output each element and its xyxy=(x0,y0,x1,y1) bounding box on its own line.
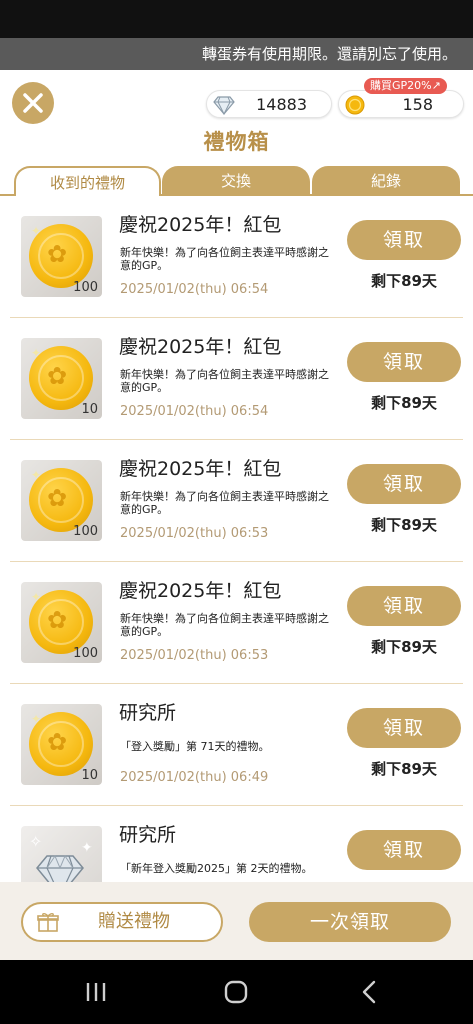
gift-description: 新年快樂！為了向各位飼主表達平時感謝之意的GP。 xyxy=(120,612,329,638)
gold-coin-icon: ✿ xyxy=(29,590,93,654)
gift-box-screen: 14883 158 購買GP20%↗ 禮物箱 收到的禮物 交換 紀錄 ✦ ✿ 1… xyxy=(0,70,473,960)
send-gift-button[interactable]: 贈送禮物 xyxy=(21,902,223,942)
sparkle-icon: ✧ xyxy=(29,832,43,851)
gift-thumbnail: ✦ ✿ 100 xyxy=(21,216,102,297)
gift-item: ✦ ✿ 100 慶祝2025年！紅包 新年快樂！為了向各位飼主表達平時感謝之意的… xyxy=(0,196,473,318)
gift-date: 2025/01/02(thu) 06:54 xyxy=(120,282,269,297)
gift-thumbnail: ✧ ✦ xyxy=(21,826,102,882)
claim-button[interactable]: 領取 xyxy=(347,220,461,260)
gift-name: 慶祝2025年！紅包 xyxy=(119,458,282,480)
gift-date: 2025/01/02(thu) 06:49 xyxy=(120,770,269,785)
gold-coin-icon: ✿ xyxy=(29,346,93,410)
footer-bar: 贈送禮物 一次領取 xyxy=(0,882,473,960)
home-icon[interactable] xyxy=(216,978,256,1006)
gift-description: 新年快樂！為了向各位飼主表達平時感謝之意的GP。 xyxy=(120,490,329,516)
recent-apps-icon[interactable] xyxy=(76,978,116,1006)
gem-count: 14883 xyxy=(256,95,307,114)
claim-button[interactable]: 領取 xyxy=(347,830,461,870)
gift-thumbnail: ✦ ✿ 100 xyxy=(21,582,102,663)
gem-counter[interactable]: 14883 xyxy=(206,90,332,118)
gift-date: 2025/01/02(thu) 06:54 xyxy=(120,404,269,419)
system-nav-bar xyxy=(0,960,473,1024)
send-gift-label: 贈送禮物 xyxy=(98,911,170,932)
claim-all-button[interactable]: 一次領取 xyxy=(249,902,451,942)
days-remaining: 剩下89天 xyxy=(371,638,437,656)
gold-coin-icon: ✿ xyxy=(29,712,93,776)
gift-item: ✦ ✿ 100 慶祝2025年！紅包 新年快樂！為了向各位飼主表達平時感謝之意的… xyxy=(0,562,473,684)
gift-description: 新年快樂！為了向各位飼主表達平時感謝之意的GP。 xyxy=(120,368,329,394)
gift-quantity: 100 xyxy=(73,280,98,295)
days-remaining: 剩下89天 xyxy=(371,394,437,412)
gift-date: 2025/01/02(thu) 06:53 xyxy=(120,526,269,541)
gift-name: 研究所 xyxy=(119,824,177,846)
gift-name: 慶祝2025年！紅包 xyxy=(119,336,282,358)
gift-quantity: 100 xyxy=(73,646,98,661)
gift-name: 慶祝2025年！紅包 xyxy=(119,580,282,602)
gift-description: 新年快樂！為了向各位飼主表達平時感謝之意的GP。 xyxy=(120,246,329,272)
gift-quantity: 10 xyxy=(81,402,98,417)
close-button[interactable] xyxy=(12,82,54,124)
tab-exchange[interactable]: 交換 xyxy=(162,166,310,196)
close-icon xyxy=(23,93,43,113)
page-title: 禮物箱 xyxy=(203,130,270,154)
gp-count: 158 xyxy=(402,95,433,114)
gift-name: 研究所 xyxy=(119,702,177,724)
diamond-icon xyxy=(213,96,235,115)
days-remaining: 剩下89天 xyxy=(371,272,437,290)
claim-button[interactable]: 領取 xyxy=(347,464,461,504)
gp-counter[interactable]: 158 xyxy=(338,90,464,118)
gift-list[interactable]: ✦ ✿ 100 慶祝2025年！紅包 新年快樂！為了向各位飼主表達平時感謝之意的… xyxy=(0,196,473,882)
gift-description: 「新年登入獎勵2025」第 2天的禮物。 xyxy=(120,862,313,875)
gift-date: 2025/01/02(thu) 06:53 xyxy=(120,648,269,663)
gift-thumbnail: ✦ ✿ 100 xyxy=(21,460,102,541)
diamond-icon xyxy=(36,854,84,882)
days-remaining: 剩下89天 xyxy=(371,516,437,534)
gift-description: 「登入獎勵」第 71天的禮物。 xyxy=(120,740,270,753)
gift-item: ✦ ✿ 10 研究所 「登入獎勵」第 71天的禮物。 2025/01/02(th… xyxy=(0,684,473,806)
gift-item: ✧ ✦ 研究所 「新年登入獎勵2025」第 2天的禮物。 領取 xyxy=(0,806,473,882)
status-bar xyxy=(0,0,473,38)
gift-item: ✦ ✿ 10 慶祝2025年！紅包 新年快樂！為了向各位飼主表達平時感謝之意的G… xyxy=(0,318,473,440)
gift-quantity: 100 xyxy=(73,524,98,539)
claim-button[interactable]: 領取 xyxy=(347,342,461,382)
tab-received-gifts[interactable]: 收到的禮物 xyxy=(14,166,161,196)
claim-button[interactable]: 領取 xyxy=(347,708,461,748)
gift-name: 慶祝2025年！紅包 xyxy=(119,214,282,236)
promo-badge[interactable]: 購買GP20%↗ xyxy=(364,78,447,94)
claim-button[interactable]: 領取 xyxy=(347,586,461,626)
gift-quantity: 10 xyxy=(81,768,98,783)
gift-thumbnail: ✦ ✿ 10 xyxy=(21,338,102,419)
gift-thumbnail: ✦ ✿ 10 xyxy=(21,704,102,785)
tab-log[interactable]: 紀錄 xyxy=(312,166,460,196)
gift-item: ✦ ✿ 100 慶祝2025年！紅包 新年快樂！為了向各位飼主表達平時感謝之意的… xyxy=(0,440,473,562)
gold-coin-icon: ✿ xyxy=(29,468,93,532)
gold-coin-icon: ✿ xyxy=(29,224,93,288)
gp-coin-icon xyxy=(345,95,365,115)
days-remaining: 剩下89天 xyxy=(371,760,437,778)
notice-banner: 轉蛋券有使用期限。還請別忘了使用。 xyxy=(0,38,473,70)
back-icon[interactable] xyxy=(350,978,390,1006)
